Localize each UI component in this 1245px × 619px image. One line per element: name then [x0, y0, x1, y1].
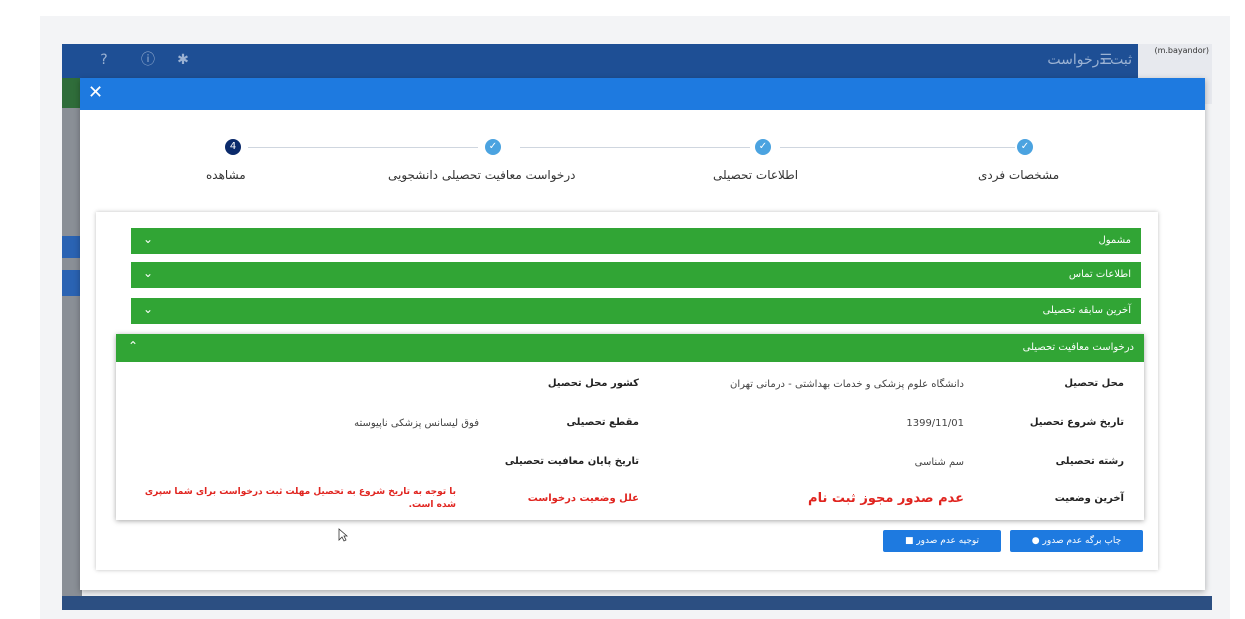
level-value: فوق لیسانس پزشکی ناپیوسته	[354, 418, 479, 429]
end-date-label: تاریخ پایان معافیت تحصیلی	[504, 456, 639, 467]
app-footer-bar	[62, 596, 1212, 610]
step-label[interactable]: درخواست معافیت تحصیلی دانشجویی	[388, 168, 575, 182]
accordion-mashmool[interactable]: ⌄ مشمول	[131, 228, 1141, 254]
step-done-icon: ✓	[485, 139, 501, 155]
close-icon[interactable]: ✕	[88, 82, 103, 103]
accordion-exemption-request: ⌃ درخواست معافیت تحصیلی محل تحصیل دانشگا…	[116, 334, 1144, 520]
step-label[interactable]: مشاهده	[206, 168, 246, 182]
reason-value: با توجه به تاریخ شروع به تحصیل مهلت ثبت …	[144, 487, 456, 510]
info-icon[interactable]: ⓘ	[140, 52, 156, 68]
step-done-icon: ✓	[755, 139, 771, 155]
gear-icon[interactable]: ✱	[175, 52, 191, 68]
place-label: محل تحصیل	[1064, 378, 1124, 389]
country-label: کشور محل تحصیل	[547, 378, 639, 389]
menu-icon[interactable]: ☰	[1099, 52, 1112, 68]
step-label[interactable]: اطلاعات تحصیلی	[713, 168, 798, 182]
accordion-education-history[interactable]: ⌄ آخرین سابقه تحصیلی	[131, 298, 1141, 324]
reason-label: علل وضعیت درخواست	[527, 493, 639, 504]
modal-titlebar: ✕	[80, 78, 1205, 110]
level-label: مقطع تحصیلی	[566, 417, 639, 428]
document-icon: ■	[904, 536, 914, 546]
status-value: عدم صدور مجوز ثبت نام	[808, 491, 964, 506]
stepper-connector	[520, 147, 750, 148]
chevron-up-icon: ⌃	[128, 339, 139, 353]
status-label: آخرین وضعیت	[1054, 493, 1124, 504]
field-label: رشته تحصیلی	[1055, 456, 1124, 467]
chevron-down-icon: ⌄	[143, 266, 154, 280]
start-date-value: 1399/11/01	[906, 418, 964, 429]
field-value: سم شناسی	[914, 457, 964, 468]
accordion-label: مشمول	[1098, 235, 1132, 246]
stepper-connector	[780, 147, 1015, 148]
stepper-connector	[248, 147, 478, 148]
accordion-label: اطلاعات تماس	[1068, 269, 1131, 280]
accordion-contact[interactable]: ⌄ اطلاعات تماس	[131, 262, 1141, 288]
accordion-open-header[interactable]: ⌃ درخواست معافیت تحصیلی	[116, 334, 1144, 362]
sidebar-edge	[62, 78, 82, 608]
help-icon[interactable]: ?	[96, 52, 112, 68]
print-button[interactable]: ● چاپ برگه عدم صدور	[1010, 530, 1143, 552]
accordion-label: آخرین سابقه تحصیلی	[1042, 305, 1131, 316]
start-date-label: تاریخ شروع تحصیل	[1029, 417, 1124, 428]
app-header: ? ⓘ ✱ ثبت درخواست ☰ (m.bayandor)	[62, 44, 1212, 104]
step-label[interactable]: مشخصات فردی	[978, 168, 1059, 182]
chevron-down-icon: ⌄	[143, 302, 154, 316]
justify-button[interactable]: ■ توجیه عدم صدور	[883, 530, 1001, 552]
place-value: دانشگاه علوم پزشکی و خدمات بهداشتی - درم…	[729, 379, 964, 390]
step-done-icon: ✓	[1017, 139, 1033, 155]
circle-icon: ●	[1031, 536, 1040, 546]
step-active-icon: 4	[225, 139, 241, 155]
accordion-label: درخواست معافیت تحصیلی	[1022, 342, 1134, 353]
chevron-down-icon: ⌄	[143, 232, 154, 246]
app-title: ثبت درخواست	[1047, 52, 1132, 68]
justify-button-label: توجیه عدم صدور	[916, 536, 980, 546]
mouse-cursor-icon	[338, 528, 348, 542]
print-button-label: چاپ برگه عدم صدور	[1042, 536, 1122, 546]
